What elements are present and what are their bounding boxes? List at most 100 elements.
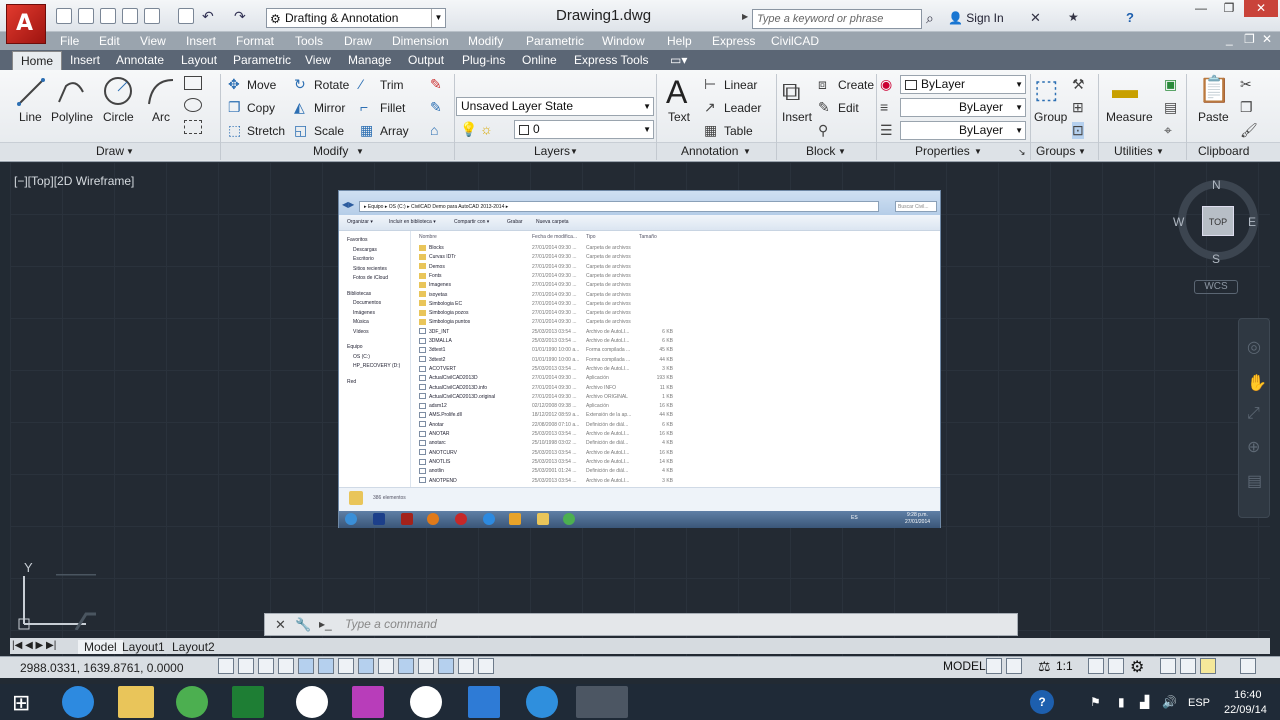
copy-clip-icon[interactable]: ❐ (1240, 99, 1253, 116)
properties-panel-title[interactable]: Properties (915, 144, 970, 158)
circle-icon[interactable] (102, 74, 134, 108)
steering-wheel-icon[interactable]: ◎ (1247, 337, 1261, 357)
compass-north[interactable]: N (1212, 178, 1221, 192)
line-icon[interactable] (16, 76, 46, 108)
quick-view-drawings-icon[interactable] (1006, 658, 1022, 674)
menu-dimension[interactable]: Dimension (392, 34, 449, 48)
group-button[interactable]: Group (1034, 110, 1067, 124)
selection-cycling-icon[interactable] (478, 658, 494, 674)
autocad-taskbar-icon[interactable] (576, 686, 628, 718)
match-properties-icon[interactable]: 🖌 (1240, 122, 1258, 139)
quick-view-layouts-icon[interactable] (986, 658, 1002, 674)
showmotion-icon[interactable]: ▤ (1247, 471, 1262, 491)
group-icon[interactable]: ⬚ (1034, 74, 1059, 105)
undo-icon[interactable]: ↶ (202, 8, 214, 25)
polar-icon[interactable] (298, 658, 314, 674)
polyline-label[interactable]: Polyline (51, 110, 93, 124)
workspace-switcher[interactable]: ⚙ Drafting & Annotation ▼ (266, 8, 446, 28)
navigation-bar[interactable]: ◎ ✋ ⤢ ⊕ ▤ (1238, 318, 1270, 518)
coordinates-readout[interactable]: 2988.0331, 1639.8761, 0.0000 (20, 661, 184, 675)
clean-screen-icon[interactable] (1240, 658, 1256, 674)
close-button[interactable]: ✕ (1244, 0, 1278, 17)
tab-output[interactable]: Output (408, 53, 444, 67)
3d-osnap-icon[interactable] (338, 658, 354, 674)
attribute-icon[interactable]: ⚲ (818, 122, 828, 139)
ortho-icon[interactable] (278, 658, 294, 674)
menu-view[interactable]: View (140, 34, 166, 48)
arc-label[interactable]: Arc (152, 110, 170, 124)
doc-restore-button[interactable]: ❐ (1244, 32, 1255, 46)
lineweight-toggle-icon[interactable] (418, 658, 434, 674)
stretch-button[interactable]: Stretch (247, 124, 285, 138)
command-input[interactable]: Type a command (345, 617, 1005, 631)
offset-icon[interactable]: ⌂ (430, 122, 438, 138)
doc-close-button[interactable]: ✕ (1262, 32, 1272, 46)
ribbon-toggle-icon[interactable]: ▭▾ (670, 53, 687, 67)
arc-icon[interactable] (146, 76, 176, 108)
tab-annotate[interactable]: Annotate (116, 53, 164, 67)
otrack-icon[interactable] (358, 658, 374, 674)
windows-start-icon[interactable]: ⊞ (12, 690, 30, 716)
menu-express[interactable]: Express (712, 34, 755, 48)
menu-civilcad[interactable]: CivilCAD (771, 34, 819, 48)
measure-icon[interactable]: ▬ (1112, 74, 1138, 105)
binoculars-icon[interactable]: ⌕ (926, 10, 934, 27)
layer-state-dropdown[interactable]: Unsaved Layer State ▼ (456, 97, 654, 116)
maximize-button[interactable]: ❐ (1216, 0, 1242, 17)
zoom-extents-icon[interactable]: ⤢ (1247, 405, 1260, 423)
infer-constraints-icon[interactable] (218, 658, 234, 674)
text-icon[interactable]: A (666, 74, 687, 111)
wcs-menu[interactable]: WCS (1194, 280, 1238, 294)
menu-edit[interactable]: Edit (99, 34, 120, 48)
utilities-panel-title[interactable]: Utilities (1114, 144, 1153, 158)
group-edit-icon[interactable]: ⊞ (1072, 99, 1084, 116)
battery-icon[interactable]: ▮ (1118, 695, 1125, 709)
grid-icon[interactable] (258, 658, 274, 674)
hatch-icon[interactable] (184, 120, 202, 134)
workspace-switch-icon[interactable]: ⚙ (1130, 657, 1144, 677)
lineweight-dropdown[interactable]: ByLayer ▼ (900, 121, 1026, 140)
line-label[interactable]: Line (19, 110, 42, 124)
linetype-dropdown[interactable]: ByLayer ▼ (900, 98, 1026, 117)
edit-button[interactable]: Edit (838, 101, 859, 115)
tab-home[interactable]: Home (12, 51, 63, 70)
ungroup-icon[interactable]: ⚒ (1072, 76, 1085, 93)
linear-button[interactable]: Linear (724, 78, 757, 92)
layers-panel-title[interactable]: Layers (534, 144, 570, 158)
auto-scale-icon[interactable] (1108, 658, 1124, 674)
minimize-button[interactable]: — (1188, 0, 1214, 17)
annotation-visibility-icon[interactable] (1088, 658, 1104, 674)
pan-icon[interactable]: ✋ (1247, 373, 1267, 393)
quick-properties-icon[interactable] (458, 658, 474, 674)
compass-east[interactable]: E (1248, 215, 1256, 229)
create-button[interactable]: Create (838, 78, 874, 92)
menu-modify[interactable]: Modify (468, 34, 503, 48)
osnap-icon[interactable] (318, 658, 334, 674)
open-icon[interactable] (78, 8, 94, 24)
dyn-icon[interactable] (398, 658, 414, 674)
compass-west[interactable]: W (1173, 215, 1184, 229)
mirror-button[interactable]: Mirror (314, 101, 345, 115)
paste-button[interactable]: Paste (1198, 110, 1229, 124)
viewcube-top-face[interactable]: TOP (1202, 206, 1234, 236)
store-icon[interactable] (232, 686, 264, 718)
chrome-taskbar-icon[interactable] (176, 686, 208, 718)
hp-icon[interactable] (410, 686, 442, 718)
application-menu-button[interactable]: A (6, 4, 46, 44)
rectangle-icon[interactable] (184, 76, 202, 90)
tab-view[interactable]: View (305, 53, 331, 67)
modify-panel-title[interactable]: Modify (313, 144, 348, 158)
lock-icon[interactable] (1160, 658, 1176, 674)
clock-time[interactable]: 16:40 (1234, 689, 1262, 701)
wrench-icon[interactable]: 🔧 (295, 617, 311, 633)
insert-block-icon[interactable]: ⧉ (782, 76, 801, 108)
circle-label[interactable]: Circle (103, 110, 134, 124)
model-space-button[interactable]: MODEL (943, 659, 986, 673)
measure-button[interactable]: Measure (1106, 110, 1153, 124)
tab-manage[interactable]: Manage (348, 53, 391, 67)
color-dropdown[interactable]: ByLayer ▼ (900, 75, 1026, 94)
annotation-scale[interactable]: 1:1 (1056, 659, 1073, 673)
rotate-button[interactable]: Rotate (314, 78, 349, 92)
web-icon[interactable] (144, 8, 160, 24)
ellipse-icon[interactable] (184, 98, 202, 112)
